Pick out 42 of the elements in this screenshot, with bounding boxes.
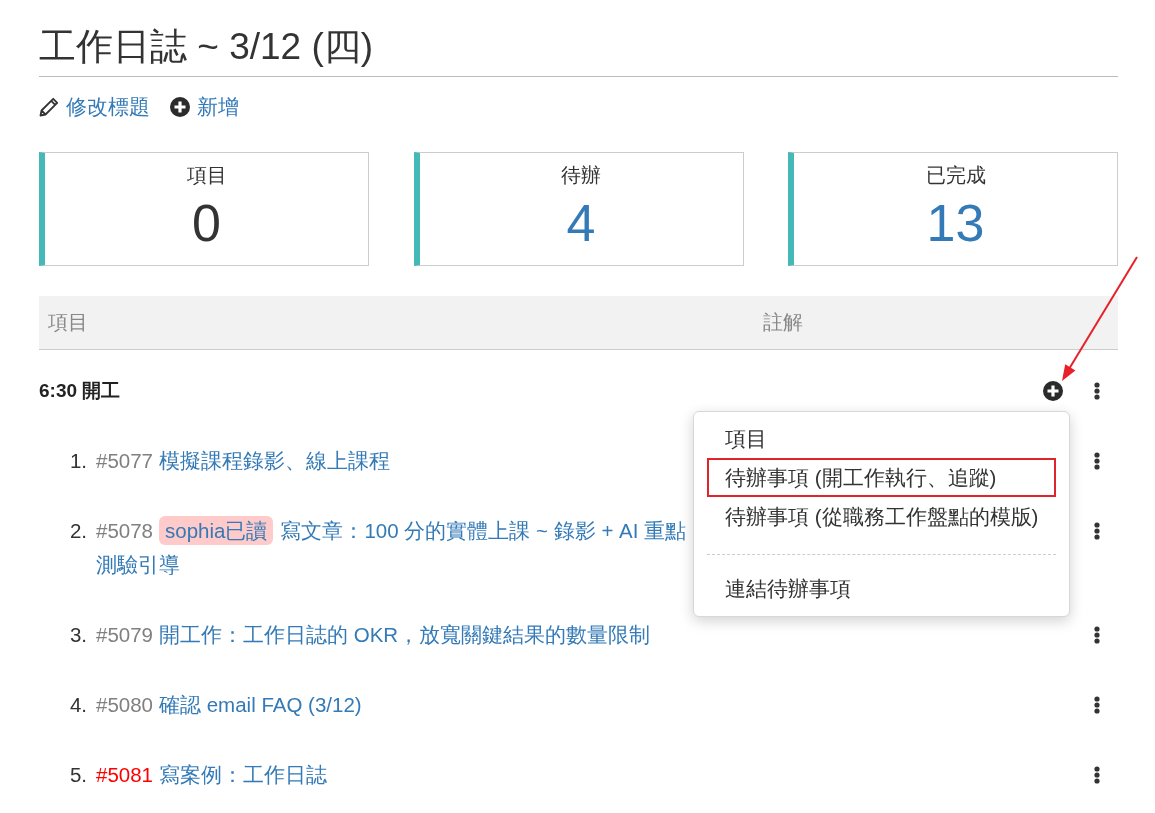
menu-item[interactable]: 待辦事項 (從職務工作盤點的模版) <box>707 497 1056 536</box>
kebab-menu-icon[interactable] <box>1094 766 1100 784</box>
item-ref: #5080 <box>96 693 153 716</box>
pencil-icon <box>39 97 59 117</box>
item-title-link[interactable]: 模擬課程錄影、線上課程 <box>159 449 390 472</box>
item-number: 3. <box>69 622 87 648</box>
stat-value: 4 <box>566 193 596 254</box>
item-ref: #5077 <box>96 449 153 472</box>
column-header: 項目 <box>48 311 88 333</box>
item-number: 5. <box>69 762 87 788</box>
item-title-link[interactable]: 開工作：工作日誌的 OKR，放寬關鍵結果的數量限制 <box>159 623 651 646</box>
item-number: 4. <box>69 692 87 718</box>
kebab-menu-icon[interactable] <box>1094 452 1100 470</box>
add-link[interactable]: 新增 <box>170 94 239 120</box>
kebab-menu-icon[interactable] <box>1094 626 1100 644</box>
stat-value: 0 <box>192 193 221 254</box>
menu-item[interactable]: 待辦事項 (開工作執行、追蹤) <box>707 458 1056 497</box>
kebab-menu-icon[interactable] <box>1094 696 1100 714</box>
stat-label: 已完成 <box>925 163 986 188</box>
item-title-link[interactable]: 寫文章：100 分的實體上課 ~ 錄影 + AI 重點 <box>280 519 687 542</box>
menu-item[interactable]: 項目 <box>707 419 1056 458</box>
kebab-menu-icon[interactable] <box>1094 382 1100 400</box>
plus-circle-icon[interactable] <box>1043 381 1063 401</box>
item-title-link[interactable]: 測驗引導 <box>96 553 180 576</box>
kebab-menu-icon[interactable] <box>1094 522 1100 540</box>
item-title-link[interactable]: 確認 email FAQ (3/12) <box>159 693 362 716</box>
menu-item[interactable]: 連結待辦事項 <box>707 569 1056 608</box>
group-title: 6:30 開工 <box>39 379 121 403</box>
item-title-link[interactable]: 寫案例：工作日誌 <box>159 763 327 786</box>
item-ref: #5079 <box>96 623 153 646</box>
item-number: 2. <box>69 518 87 544</box>
read-status-tag: sophia已讀 <box>159 516 274 545</box>
stat-value: 13 <box>926 193 985 254</box>
item-ref: #5081 <box>96 763 153 786</box>
page-title: 工作日誌 ~ 3/12 (四) <box>39 25 374 69</box>
plus-circle-icon <box>170 97 190 117</box>
stat-label: 待辦 <box>561 163 601 188</box>
column-header: 註解 <box>763 311 803 333</box>
item-number: 1. <box>69 448 87 474</box>
edit-title-link[interactable]: 修改標題 <box>39 94 150 120</box>
item-ref: #5078 <box>96 519 153 542</box>
stat-label: 項目 <box>186 163 227 188</box>
